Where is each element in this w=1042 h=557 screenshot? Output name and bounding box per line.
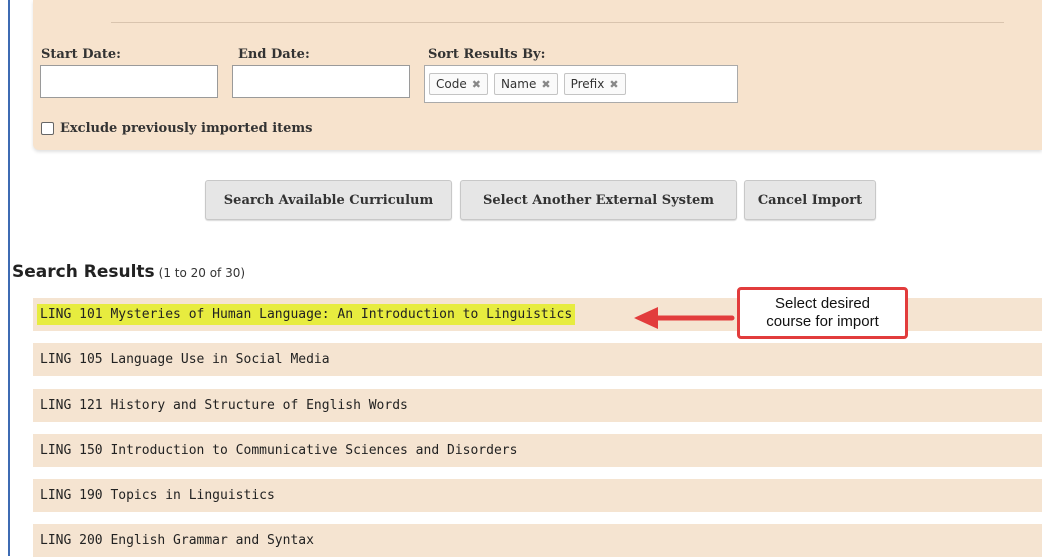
- search-results-count: (1 to 20 of 30): [158, 266, 246, 280]
- cancel-import-button[interactable]: Cancel Import: [744, 180, 876, 220]
- exclude-imported-checkbox[interactable]: [41, 122, 54, 135]
- remove-icon[interactable]: ✖: [541, 78, 550, 91]
- result-label: LING 105 Language Use in Social Media: [40, 352, 330, 367]
- search-criteria-panel: Start Date: End Date: Sort Results By: C…: [33, 0, 1042, 150]
- search-results-heading: Search Results (1 to 20 of 30): [12, 262, 245, 282]
- result-label: LING 101 Mysteries of Human Language: An…: [37, 304, 576, 325]
- search-results-title: Search Results: [12, 262, 155, 282]
- result-row[interactable]: LING 200 English Grammar and Syntax: [33, 524, 1042, 557]
- sort-results-multiselect[interactable]: Code ✖ Name ✖ Prefix ✖: [424, 65, 738, 103]
- exclude-imported-option[interactable]: Exclude previously imported items: [41, 121, 313, 136]
- sort-chip-code[interactable]: Code ✖: [429, 73, 488, 95]
- chip-label: Name: [500, 77, 537, 91]
- result-label: LING 190 Topics in Linguistics: [40, 488, 275, 503]
- divider: [111, 22, 1004, 23]
- left-frame-border: [8, 0, 10, 556]
- end-date-label: End Date:: [238, 47, 310, 62]
- result-row[interactable]: LING 121 History and Structure of Englis…: [33, 389, 1042, 422]
- result-label: LING 121 History and Structure of Englis…: [40, 398, 408, 413]
- annotation-callout: Select desired course for import: [737, 287, 908, 339]
- callout-arrow-icon: [634, 307, 735, 329]
- callout-line-1: Select desired: [774, 295, 871, 312]
- callout-line-2: course for import: [766, 313, 879, 330]
- chip-label: Code: [436, 77, 467, 91]
- remove-icon[interactable]: ✖: [609, 78, 618, 91]
- exclude-imported-label: Exclude previously imported items: [60, 121, 313, 136]
- result-label: LING 150 Introduction to Communicative S…: [40, 443, 518, 458]
- result-row[interactable]: LING 105 Language Use in Social Media: [33, 343, 1042, 376]
- start-date-label: Start Date:: [41, 47, 121, 62]
- result-row[interactable]: LING 150 Introduction to Communicative S…: [33, 434, 1042, 467]
- end-date-input[interactable]: [232, 65, 410, 98]
- sort-chip-name[interactable]: Name ✖: [493, 73, 558, 95]
- search-available-curriculum-button[interactable]: Search Available Curriculum: [205, 180, 452, 220]
- sort-chip-prefix[interactable]: Prefix ✖: [563, 73, 626, 95]
- select-another-external-system-button[interactable]: Select Another External System: [460, 180, 737, 220]
- sort-results-label: Sort Results By:: [428, 47, 546, 62]
- result-row[interactable]: LING 190 Topics in Linguistics: [33, 479, 1042, 512]
- start-date-input[interactable]: [40, 65, 218, 98]
- result-label: LING 200 English Grammar and Syntax: [40, 533, 314, 548]
- chip-label: Prefix: [570, 77, 605, 91]
- remove-icon[interactable]: ✖: [472, 78, 481, 91]
